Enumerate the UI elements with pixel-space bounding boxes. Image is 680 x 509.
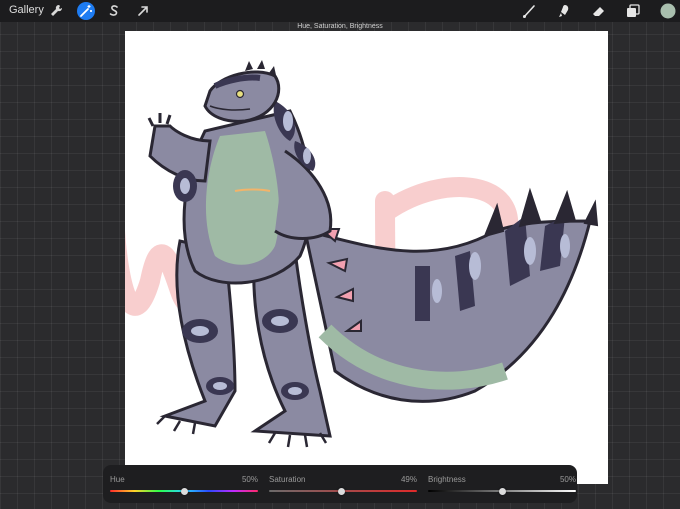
brightness-slider-group: Brightness 50%	[428, 465, 576, 503]
belly	[205, 131, 280, 265]
drawing-canvas[interactable]	[125, 31, 608, 484]
hsb-adjustment-panel: Hue 50% Saturation 49% Brightness 50%	[103, 465, 577, 503]
gallery-button[interactable]: Gallery	[9, 4, 44, 16]
top-toolbar: Gallery	[0, 0, 680, 22]
mode-title: Hue, Saturation, Brightness	[297, 23, 383, 30]
selection-s-icon[interactable]	[105, 2, 123, 20]
saturation-slider-handle[interactable]	[338, 487, 346, 495]
character-artwork	[125, 60, 599, 448]
hue-slider-group: Hue 50%	[110, 465, 258, 503]
magic-wand-icon[interactable]	[77, 2, 95, 20]
hue-value: 50%	[241, 475, 258, 484]
smudge-icon[interactable]	[555, 2, 573, 20]
brush-icon[interactable]	[520, 2, 538, 20]
transform-arrow-icon[interactable]	[134, 2, 152, 20]
saturation-label: Saturation	[269, 475, 306, 484]
eraser-icon[interactable]	[589, 2, 607, 20]
hue-label: Hue	[110, 475, 125, 484]
color-swatch-icon[interactable]	[659, 2, 677, 20]
brightness-slider-handle[interactable]	[498, 487, 506, 495]
hue-slider-handle[interactable]	[180, 487, 188, 495]
wrench-icon[interactable]	[47, 2, 65, 20]
brightness-label: Brightness	[428, 475, 466, 484]
layers-icon[interactable]	[624, 2, 642, 20]
saturation-value: 49%	[400, 475, 417, 484]
brightness-value: 50%	[559, 475, 576, 484]
saturation-slider-group: Saturation 49%	[269, 465, 417, 503]
